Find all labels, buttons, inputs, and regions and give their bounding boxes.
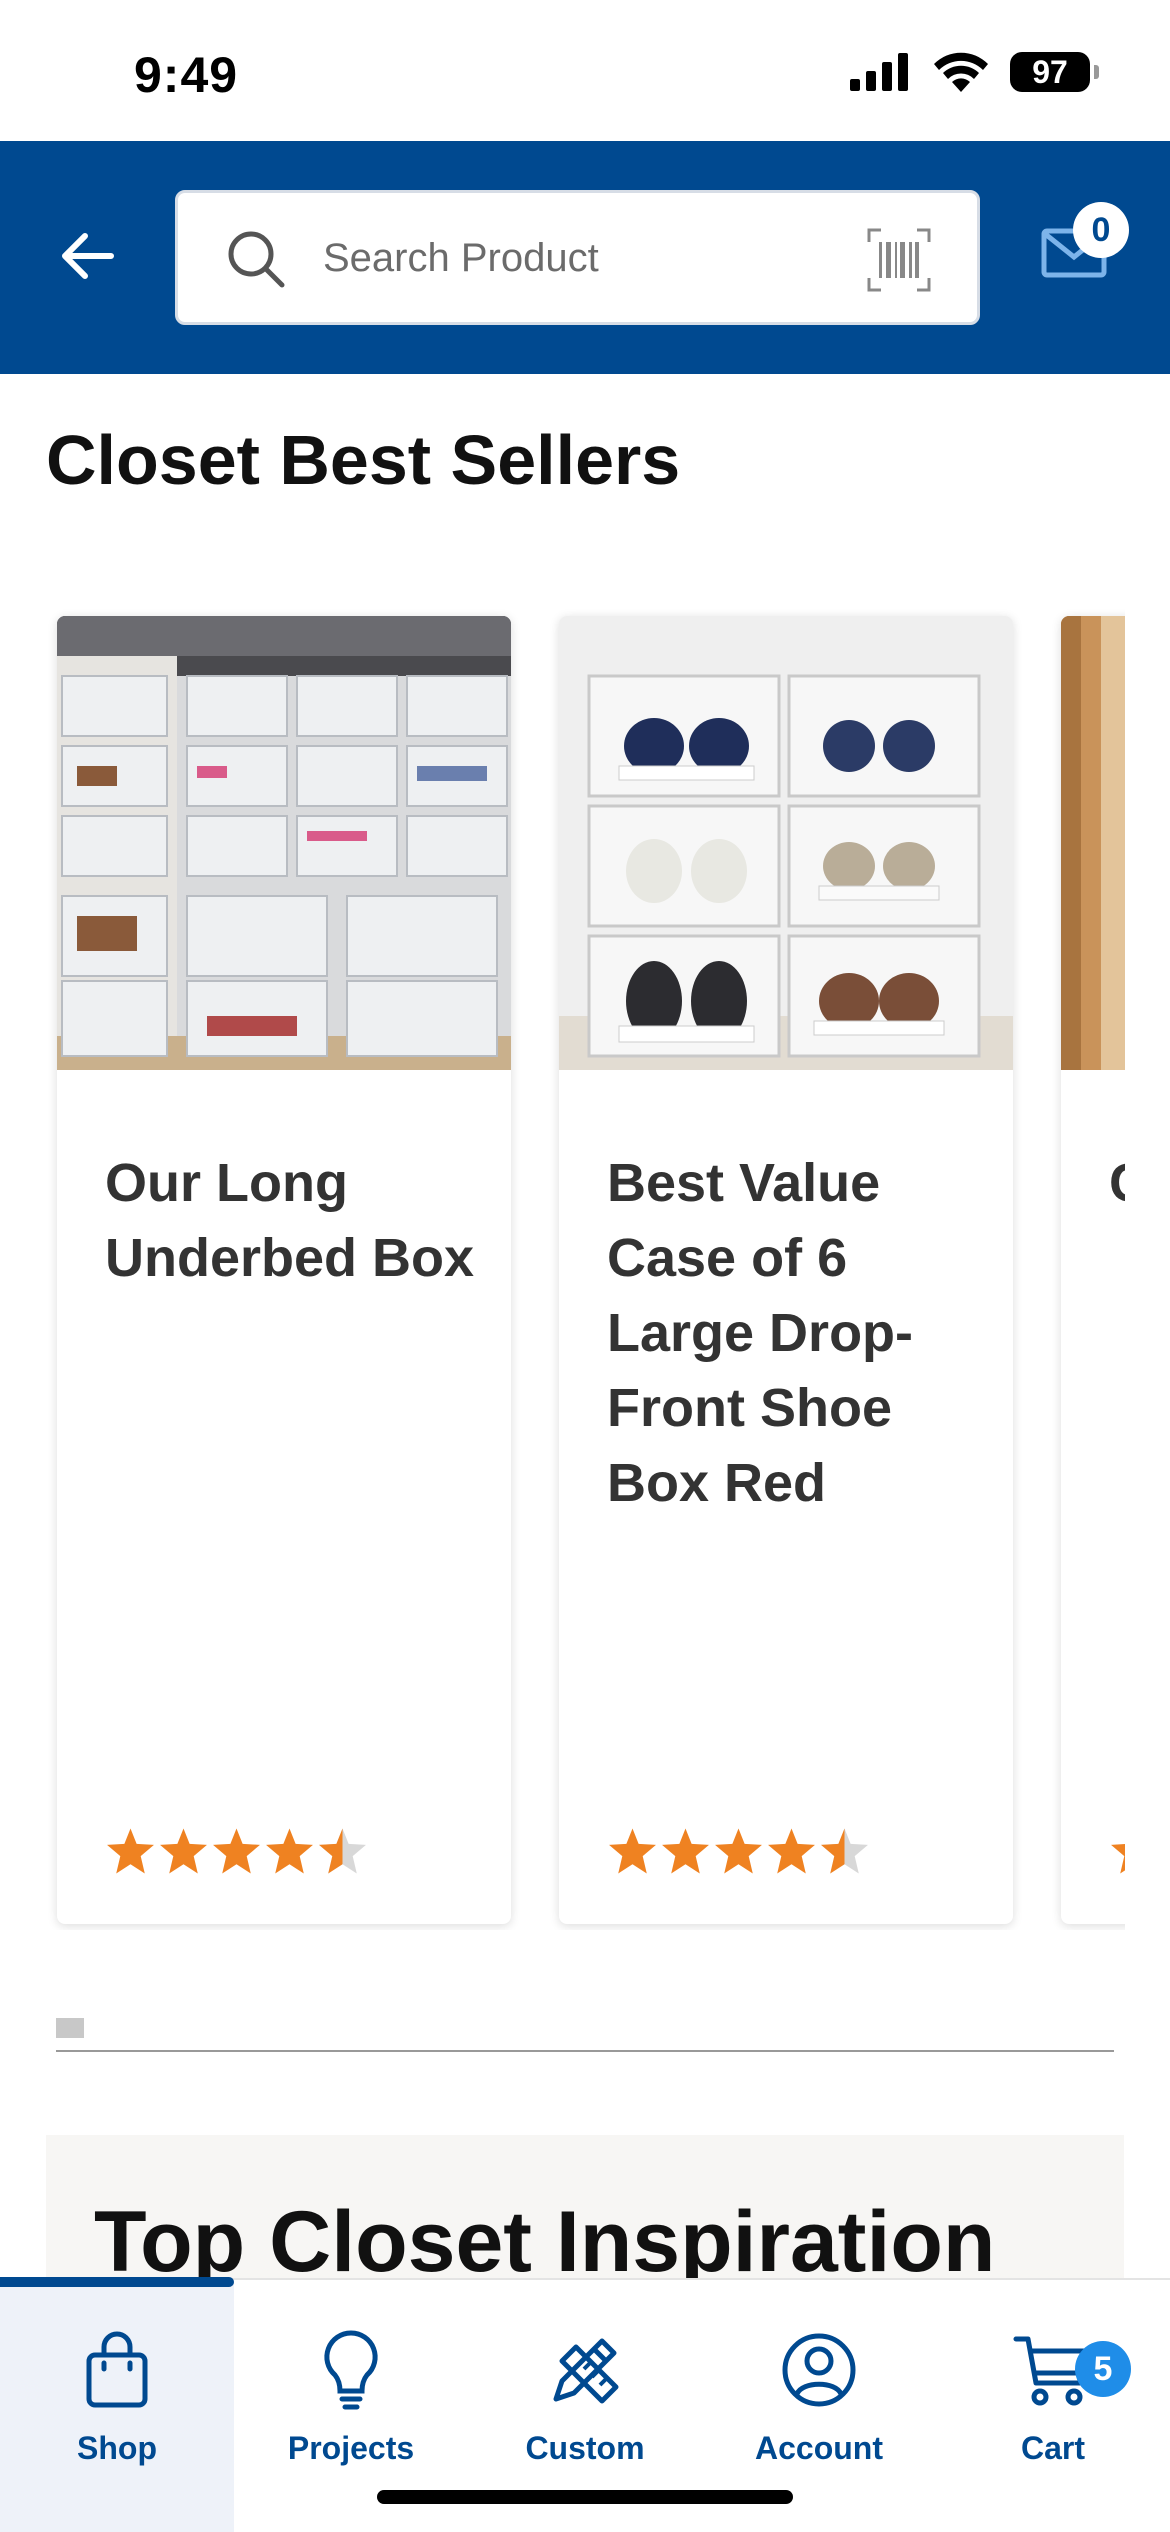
nav-shop[interactable]: Shop [0,2277,234,2532]
barcode-scan-icon[interactable] [867,228,931,292]
nav-label: Cart [1020,2430,1085,2466]
battery-indicator: 97 [1010,52,1099,92]
product-title[interactable]: C C E [1109,1146,1125,1221]
product-card[interactable]: Our Long Underbed Box [57,616,511,1924]
star-icon [609,1828,656,1874]
star-icon [266,1828,313,1874]
star-rating [1109,1826,1125,1876]
status-time: 9:49 [134,47,239,103]
status-icons: 97 [850,52,1099,92]
product-title[interactable]: Best Value Case of 6 Large Drop-Front Sh… [607,1146,977,1521]
search-box[interactable] [175,190,980,325]
star-icon [1111,1844,1125,1874]
nav-label: Shop [77,2430,157,2466]
star-icon [715,1828,762,1874]
nav-cart[interactable]: 5 Cart [936,2280,1170,2532]
shopping-bag-icon [86,2331,148,2408]
section-title: Closet Best Sellers [46,421,681,499]
search-icon [228,231,285,288]
product-card[interactable]: C C E [1061,616,1125,1924]
star-rating [105,1826,368,1876]
status-bar: 9:49 97 [0,0,1170,141]
product-title[interactable]: Our Long Underbed Box [105,1146,475,1296]
signal-icon [850,53,908,91]
nav-label: Account [755,2430,883,2466]
pencil-ruler-icon [553,2338,619,2404]
star-icon [160,1828,207,1874]
star-icon [107,1828,154,1874]
product-card[interactable]: Best Value Case of 6 Large Drop-Front Sh… [559,616,1013,1924]
lightbulb-icon [324,2330,378,2410]
star-icon [662,1828,709,1874]
cart-count-badge: 5 [1075,2341,1131,2397]
product-image [1061,616,1125,1070]
wifi-icon [934,52,988,92]
star-icon [213,1828,260,1874]
account-icon [782,2333,856,2407]
star-rating [607,1826,870,1876]
mail-count-badge: 0 [1073,202,1129,258]
product-image [57,616,511,1070]
search-input[interactable] [323,223,823,293]
home-indicator[interactable] [377,2490,793,2504]
nav-label: Projects [287,2430,415,2466]
carousel-scroll-thumb[interactable] [56,2018,84,2038]
half-star-icon [821,1828,868,1874]
product-image [559,616,1013,1070]
nav-label: Custom [525,2430,645,2466]
carousel-scroll-track[interactable] [56,2050,1114,2052]
header [0,141,1170,374]
star-icon [768,1828,815,1874]
back-button[interactable] [52,221,122,291]
product-carousel[interactable]: Our Long Underbed Box Best Value Case of… [0,600,1125,1930]
back-arrow-icon [62,233,114,279]
half-star-icon [319,1828,366,1874]
